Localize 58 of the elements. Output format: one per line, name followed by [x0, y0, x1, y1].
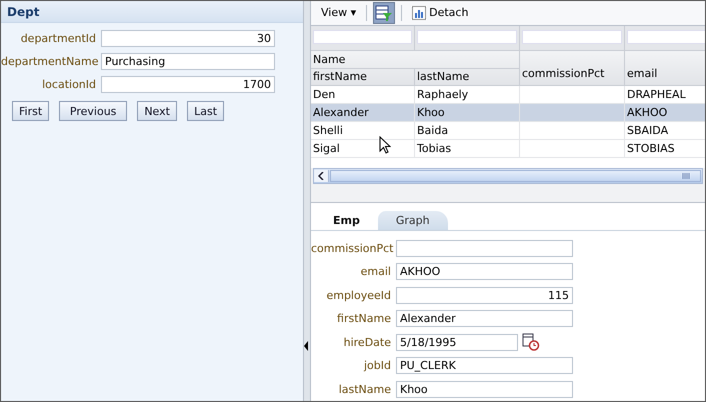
field-label: jobId — [362, 359, 392, 372]
calendar-clock-icon[interactable] — [522, 333, 540, 352]
field-label: employeeId — [325, 288, 392, 302]
table-row[interactable]: Shelli Baida SBAIDA — [311, 122, 705, 140]
column-header[interactable]: commissionPct — [520, 50, 625, 85]
filter-field[interactable] — [627, 30, 705, 44]
panel-title: Dept — [7, 4, 40, 18]
table-cell: Den — [311, 86, 415, 103]
input-field[interactable]: Alexander — [396, 310, 573, 328]
input-field[interactable] — [396, 240, 573, 257]
table-cell: Khoo — [415, 104, 520, 121]
view-menu[interactable]: View ▾ — [317, 6, 360, 20]
input-field[interactable]: 1700 — [101, 76, 275, 93]
column-header[interactable]: firstName — [311, 68, 415, 85]
input-field[interactable]: AKHOO — [396, 263, 573, 280]
filter-field[interactable] — [313, 30, 412, 44]
field-label: departmentName — [1, 55, 100, 68]
table-row[interactable]: Sigal Tobias STOBIAS — [311, 140, 705, 158]
filter-icon[interactable] — [373, 2, 396, 24]
table-cell: Baida — [415, 122, 520, 139]
detach-button[interactable]: Detach — [408, 6, 472, 20]
scroll-thumb[interactable] — [330, 170, 701, 182]
field-label: lastName — [338, 382, 392, 396]
table-row[interactable]: Alexander Khoo AKHOO — [311, 104, 705, 122]
table-cell: DRAPHEAL — [625, 86, 705, 103]
pointer-icon — [379, 136, 391, 154]
column-header[interactable]: lastName — [415, 68, 520, 85]
input-field[interactable]: 115 — [396, 286, 573, 304]
table-cell: Raphaely — [415, 86, 520, 103]
nav-button[interactable]: Last — [187, 101, 224, 121]
chart-icon — [412, 6, 426, 20]
input-field[interactable]: Khoo — [396, 380, 573, 398]
table-cell: SBAIDA — [625, 122, 705, 139]
field-label: commissionPct — [311, 242, 394, 255]
table-cell: Alexander — [311, 104, 415, 121]
filter-field[interactable] — [522, 30, 622, 44]
field-label: departmentId — [20, 32, 97, 45]
nav-button[interactable]: First — [12, 101, 50, 121]
scroll-left-icon[interactable] — [314, 170, 329, 182]
group-header: Name — [311, 50, 519, 69]
field-label: email — [360, 265, 392, 278]
nav-button[interactable]: Next — [137, 101, 178, 121]
column-header[interactable]: email — [625, 50, 705, 85]
input-field[interactable]: Purchasing — [101, 53, 275, 70]
table-cell: STOBIAS — [625, 140, 705, 157]
filter-field[interactable] — [417, 30, 517, 44]
field-label: hireDate — [342, 336, 392, 349]
table-row[interactable]: Den Raphaely DRAPHEAL — [311, 86, 705, 104]
date-field[interactable]: 5/18/1995 — [396, 334, 518, 351]
input-field[interactable]: 30 — [101, 30, 275, 47]
table-cell: Tobias — [415, 140, 520, 157]
table-cell: AKHOO — [625, 104, 705, 121]
tab[interactable]: Graph — [378, 210, 448, 230]
nav-button[interactable]: Previous — [59, 101, 128, 121]
field-label: locationId — [41, 78, 97, 91]
field-label: firstName — [336, 312, 392, 326]
horizontal-scrollbar[interactable] — [313, 168, 703, 184]
input-field[interactable]: PU_CLERK — [396, 357, 573, 374]
